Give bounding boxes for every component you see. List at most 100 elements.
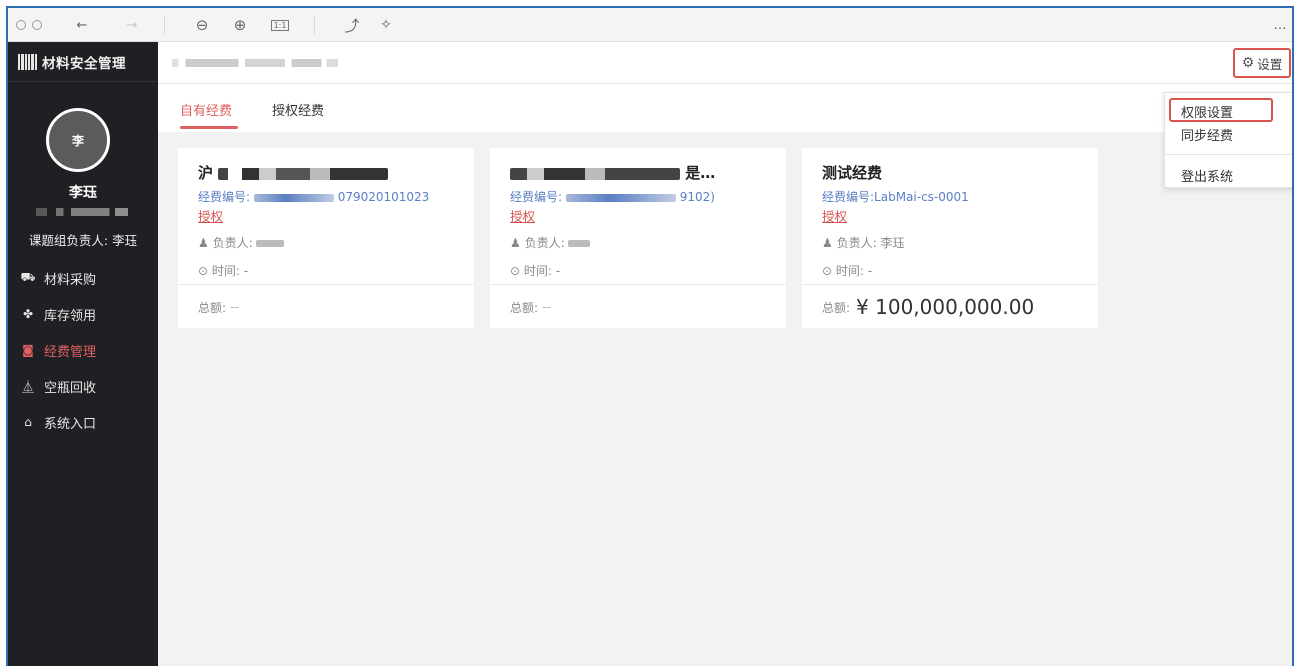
funding-card[interactable]: 测试经费 经费编号:LabMai-cs-0001 授权 ♟ 负责人: 李珏 ⊙ … — [802, 148, 1098, 328]
card-person-text: 负责人: — [524, 236, 565, 250]
card-person: ♟ 负责人: — [510, 234, 591, 251]
authorize-link[interactable]: 授权 — [822, 206, 847, 225]
sidebar-item-funding[interactable]: ◙ 经费管理 — [8, 332, 158, 368]
card-number: 经费编号: 9102) — [510, 188, 715, 205]
card-person: ♟ 负责人: — [198, 234, 285, 251]
card-person-text: 负责人: — [212, 236, 253, 250]
card-person-text: 负责人: 李珏 — [836, 236, 905, 250]
toolbar-divider — [314, 16, 315, 34]
card-total-value: -- — [542, 300, 551, 314]
barcode-logo-icon — [18, 53, 37, 70]
user-icon: ♟ — [198, 236, 209, 250]
user-icon: ♟ — [510, 236, 521, 250]
card-divider — [490, 284, 786, 285]
actual-size-icon[interactable]: 1:1 — [270, 8, 290, 42]
card-title: 是… — [510, 162, 715, 183]
gear-icon: ⚙ — [1241, 55, 1255, 71]
rotate-icon[interactable]: ⤴ — [342, 8, 362, 42]
settings-button[interactable]: ⚙ 设置 — [1233, 48, 1291, 78]
card-title: 沪 — [198, 162, 389, 183]
tab-authorized-funding[interactable]: 授权经费 — [272, 100, 324, 119]
card-number-tail: 079020101023 — [337, 190, 430, 204]
sidebar-item-label: 库存领用 — [44, 308, 97, 324]
active-tab-indicator — [180, 126, 238, 129]
sidebar-item-label: 经费管理 — [44, 344, 97, 360]
card-time: ⊙ 时间: - — [510, 262, 560, 279]
breadcrumb-redacted — [172, 59, 338, 67]
menu-item-permission-settings[interactable]: 权限设置 — [1181, 102, 1233, 121]
cart-icon: ⛟ — [20, 270, 36, 284]
funding-card[interactable]: 沪 经费编号: 079020101023 授权 ♟ 负责人: ⊙ 时间: - 总… — [178, 148, 474, 328]
card-total-label: 总额: — [198, 300, 227, 315]
card-divider — [178, 284, 474, 285]
close-window-icon[interactable] — [16, 20, 26, 30]
card-total-value: ¥ 100,000,000.00 — [856, 295, 1035, 319]
user-name: 李珏 — [69, 185, 97, 201]
card-number-tail: 9102) — [679, 190, 715, 204]
sidebar-item-label: 材料采购 — [44, 272, 97, 288]
redacted-text — [253, 193, 334, 202]
card-total-label: 总额: — [822, 300, 851, 315]
redacted-text — [256, 240, 285, 247]
app-window: ← → ⊖ ⊕ 1:1 ⤴ ✧ … 材料安全管理 李 李珏 课题组负责人: 李珏… — [6, 6, 1294, 666]
settings-label: 设置 — [1257, 56, 1283, 72]
card-number-label: 经费编号: — [510, 190, 563, 204]
brand-logo[interactable]: 材料安全管理 — [8, 42, 158, 82]
sidebar: 材料安全管理 李 李珏 课题组负责人: 李珏 ⛟ 材料采购 ✤ 库存领用 ◙ 经… — [8, 42, 158, 666]
card-total: 总额: ¥ 100,000,000.00 — [822, 292, 1034, 322]
redacted-text — [218, 167, 389, 180]
card-time-text: 时间: - — [211, 264, 249, 278]
tab-own-funding[interactable]: 自有经费 — [180, 100, 232, 119]
flask-icon: ⏅ — [21, 379, 34, 394]
menu-item-sync-funding[interactable]: 同步经费 — [1181, 125, 1233, 144]
user-organization-redacted — [36, 208, 128, 216]
actual-size-label: 1:1 — [270, 19, 290, 31]
sidebar-menu: ⛟ 材料采购 ✤ 库存领用 ◙ 经费管理 ⏅ 空瓶回收 ⌂ 系统入口 — [8, 260, 158, 440]
more-options-icon[interactable]: … — [1270, 8, 1290, 42]
viewer-toolbar: ← → ⊖ ⊕ 1:1 ⤴ ✧ … — [8, 8, 1292, 42]
zoom-out-icon[interactable]: ⊖ — [192, 8, 212, 42]
authorize-link[interactable]: 授权 — [510, 206, 535, 225]
sidebar-item-inventory[interactable]: ✤ 库存领用 — [8, 296, 158, 332]
sidebar-item-label: 空瓶回收 — [44, 380, 97, 396]
sidebar-item-bottle-recycle[interactable]: ⏅ 空瓶回收 — [8, 368, 158, 404]
card-person: ♟ 负责人: 李珏 — [822, 234, 904, 251]
money-icon: ◙ — [22, 343, 34, 357]
card-number: 经费编号:LabMai-cs-0001 — [822, 190, 969, 204]
brand-title: 材料安全管理 — [42, 55, 126, 72]
clock-icon: ⊙ — [510, 264, 521, 278]
card-time: ⊙ 时间: - — [822, 262, 872, 279]
card-number: 经费编号: 079020101023 — [198, 188, 429, 205]
clock-icon: ⊙ — [198, 264, 209, 278]
avatar[interactable]: 李 — [46, 108, 110, 172]
card-divider — [802, 284, 1098, 285]
back-arrow-icon[interactable]: ← — [72, 8, 92, 42]
zoom-in-icon[interactable]: ⊕ — [230, 8, 250, 42]
card-title: 测试经费 — [822, 164, 883, 182]
funding-card[interactable]: 是… 经费编号: 9102) 授权 ♟ 负责人: ⊙ 时间: - 总额: -- — [490, 148, 786, 328]
minimize-window-icon[interactable] — [32, 20, 42, 30]
authorize-link[interactable]: 授权 — [198, 206, 223, 225]
card-number-label: 经费编号: — [198, 190, 251, 204]
user-role: 课题组负责人: 李珏 — [28, 233, 138, 248]
card-total: 总额: -- — [510, 292, 551, 322]
redacted-text — [565, 193, 676, 202]
forward-arrow-icon[interactable]: → — [122, 8, 142, 42]
card-title-text: 是… — [685, 164, 716, 182]
menu-item-logout[interactable]: 登出系统 — [1181, 166, 1233, 185]
user-icon: ♟ — [822, 236, 833, 250]
funding-tabs: 自有经费 授权经费 — [158, 84, 1292, 132]
sidebar-item-label: 系统入口 — [44, 416, 97, 432]
sidebar-item-system-entry[interactable]: ⌂ 系统入口 — [8, 404, 158, 440]
card-total-label: 总额: — [510, 300, 539, 315]
cubes-icon: ✤ — [22, 307, 34, 321]
magic-wand-icon[interactable]: ✧ — [376, 8, 396, 42]
home-icon: ⌂ — [24, 415, 32, 429]
clock-icon: ⊙ — [822, 264, 833, 278]
redacted-text — [510, 167, 680, 180]
sidebar-item-material-purchase[interactable]: ⛟ 材料采购 — [8, 260, 158, 296]
card-title-text: 沪 — [198, 164, 214, 182]
redacted-text — [568, 240, 591, 247]
card-time-text: 时间: - — [523, 264, 561, 278]
card-total: 总额: -- — [198, 292, 239, 322]
